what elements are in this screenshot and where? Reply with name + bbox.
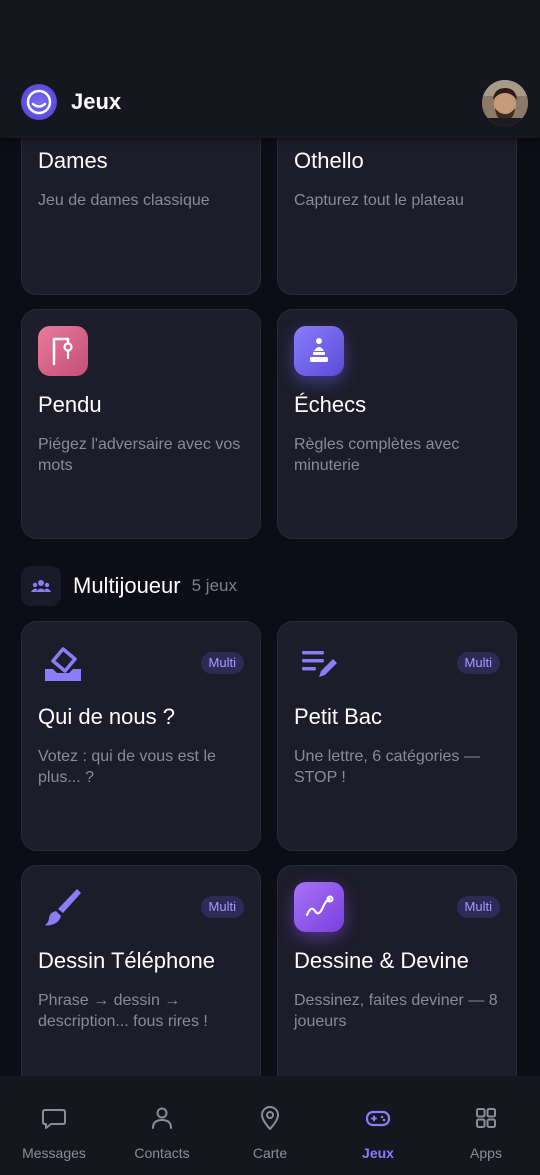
brush-icon <box>38 882 88 932</box>
section-header-multiplayer: Multijoueur 5 jeux <box>21 566 237 606</box>
card-description: Phrase → dessin → description... fous ri… <box>38 992 208 1030</box>
chess-pawn-icon <box>294 326 344 376</box>
nav-item-carte[interactable]: Carte <box>216 1076 324 1175</box>
group-icon <box>21 566 61 606</box>
gamepad-icon <box>365 1110 391 1127</box>
card-description: Jeu de dames classique <box>38 192 210 209</box>
hangman-icon <box>38 326 88 376</box>
status-bar-area <box>0 0 540 70</box>
bottom-navigation: Messages Contacts Carte Jeux Apps <box>0 1076 540 1175</box>
draw-curve-icon <box>294 882 344 932</box>
chat-icon <box>42 1109 66 1129</box>
card-title: Dessin Téléphone <box>38 948 215 973</box>
nav-item-contacts[interactable]: Contacts <box>108 1076 216 1175</box>
card-description: Une lettre, 6 catégories — STOP ! <box>294 748 480 786</box>
card-title: Qui de nous ? <box>38 704 175 729</box>
multi-badge: Multi <box>456 896 500 918</box>
card-description: Votez : qui de vous est le plus... ? <box>38 748 216 786</box>
section-title: Multijoueur <box>73 573 181 598</box>
games-content[interactable]: Dames Jeu de dames classique Othello Cap… <box>0 138 540 1076</box>
card-description: Règles complètes avec minuterie <box>294 436 460 474</box>
game-card-echecs[interactable]: Échecs Règles complètes avec minuterie <box>277 309 517 539</box>
nav-label: Jeux <box>362 1145 394 1161</box>
multi-badge: Multi <box>456 652 500 674</box>
game-card-dessine-devine[interactable]: Multi Dessine & Devine Dessinez, faites … <box>277 865 517 1076</box>
nav-item-jeux[interactable]: Jeux <box>324 1076 432 1175</box>
person-icon <box>152 1107 172 1129</box>
game-card-petit-bac[interactable]: Multi Petit Bac Une lettre, 6 catégories… <box>277 621 517 851</box>
card-title: Othello <box>294 148 364 173</box>
card-description: Capturez tout le plateau <box>294 192 464 209</box>
nav-item-apps[interactable]: Apps <box>432 1076 540 1175</box>
nav-label: Contacts <box>134 1145 190 1161</box>
game-card-dames[interactable]: Dames Jeu de dames classique <box>21 138 261 295</box>
game-card-othello[interactable]: Othello Capturez tout le plateau <box>277 138 517 295</box>
game-card-qui-de-nous[interactable]: Multi Qui de nous ? Votez : qui de vous … <box>21 621 261 851</box>
card-description: Piégez l'adversaire avec vos mots <box>38 436 241 474</box>
card-title: Petit Bac <box>294 704 383 729</box>
avatar[interactable] <box>482 80 528 126</box>
game-card-dessin-telephone[interactable]: Multi Dessin Téléphone Phrase → dessin →… <box>21 865 261 1076</box>
multi-badge: Multi <box>200 652 244 674</box>
nav-label: Apps <box>470 1145 502 1161</box>
card-description: Dessinez, faites deviner — 8 joueurs <box>294 992 498 1030</box>
section-count: 5 jeux <box>191 576 237 595</box>
grid-icon <box>476 1108 496 1128</box>
card-title: Dames <box>38 148 108 173</box>
ballot-box-icon <box>38 638 88 688</box>
app-logo-icon[interactable] <box>21 84 57 120</box>
app-header: Jeux <box>0 70 540 138</box>
card-title: Pendu <box>38 392 102 417</box>
map-pin-icon <box>261 1106 279 1130</box>
nav-item-messages[interactable]: Messages <box>0 1076 108 1175</box>
nav-label: Carte <box>252 1145 288 1161</box>
page-title: Jeux <box>71 89 122 114</box>
edit-list-icon <box>294 638 344 688</box>
card-title: Dessine & Devine <box>294 948 469 973</box>
multi-badge: Multi <box>200 896 244 918</box>
game-card-pendu[interactable]: Pendu Piégez l'adversaire avec vos mots <box>21 309 261 539</box>
card-title: Échecs <box>294 392 367 417</box>
nav-label: Messages <box>22 1145 86 1161</box>
